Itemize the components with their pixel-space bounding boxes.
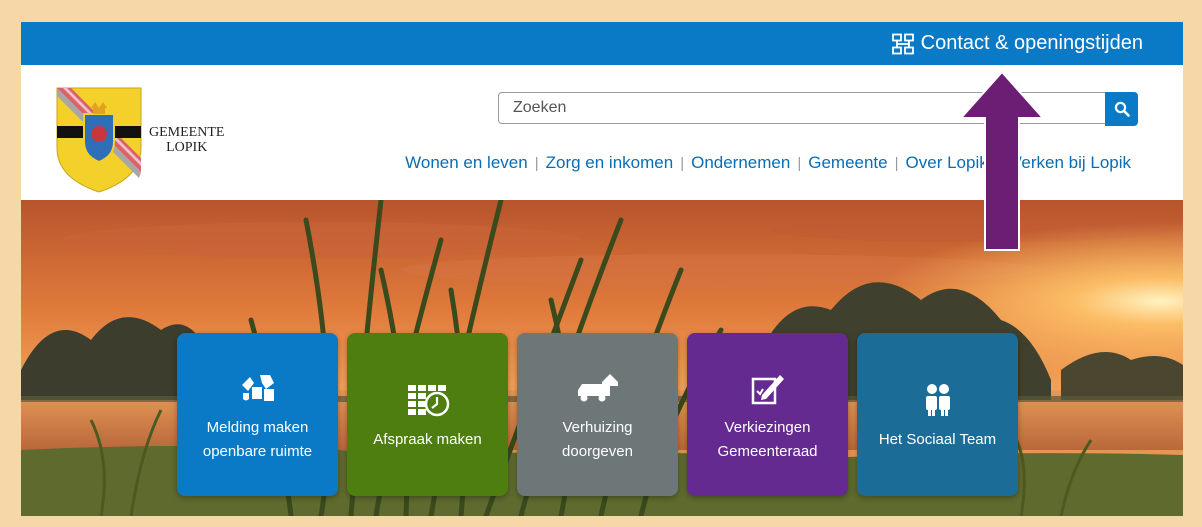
nav-item-wonen-en-leven[interactable]: Wonen en leven [405,153,528,173]
purple-arrow-annotation [959,70,1045,251]
calendar-clock-icon [407,384,449,416]
tile-label: Het Sociaal Team [878,430,997,448]
tile-verkiezingen-gemeenteraad[interactable]: Verkiezingen Gemeenteraad [687,333,848,496]
search-button[interactable] [1105,92,1138,126]
search-icon [1114,101,1130,117]
screenshot-frame: Contact & openingstijden GEMEENTE LOPIK … [0,0,1202,527]
tile-afspraak-maken[interactable]: Afspraak maken [347,333,508,496]
tile-verhuizing-doorgeven[interactable]: Verhuizing doorgeven [517,333,678,496]
tile-melding-maken[interactable]: Melding maken openbare ruimte [177,333,338,496]
nav-separator: | [797,154,802,172]
tile-label: Afspraak maken [373,430,482,448]
tile-label: Melding maken openbare ruimte [202,418,313,460]
logo-text: GEMEENTE LOPIK [149,125,224,155]
nav-separator: | [680,154,685,172]
nav-separator: | [894,154,899,172]
moving-truck-icon [577,373,618,401]
tile-label: Verkiezingen Gemeenteraad [717,418,818,460]
nav-item-zorg-en-inkomen[interactable]: Zorg en inkomen [546,153,674,173]
report-icon [241,374,274,401]
gemeente-logo[interactable]: GEMEENTE LOPIK [55,85,255,195]
tile-label: Verhuizing doorgeven [562,418,633,460]
logo-line-lopik: LOPIK [166,140,208,155]
nav-separator: | [534,154,539,172]
contact-label: Contact & openingstijden [920,32,1143,54]
top-bar: Contact & openingstijden [21,22,1183,65]
ballot-pencil-icon [751,374,784,404]
contact-link[interactable]: Contact & openingstijden [891,22,1143,65]
nav-item-ondernemen[interactable]: Ondernemen [691,153,790,173]
logo-line-gemeente: GEMEENTE [149,125,225,140]
sitemap-icon [891,33,914,54]
tile-het-sociaal-team[interactable]: Het Sociaal Team [857,333,1018,496]
nav-item-gemeente[interactable]: Gemeente [808,153,887,173]
coat-of-arms-icon [56,87,142,193]
website-page: Contact & openingstijden GEMEENTE LOPIK … [21,22,1183,516]
quick-links: Melding maken openbare ruimte Afspraak m… [177,333,1027,496]
people-icon [925,383,950,416]
